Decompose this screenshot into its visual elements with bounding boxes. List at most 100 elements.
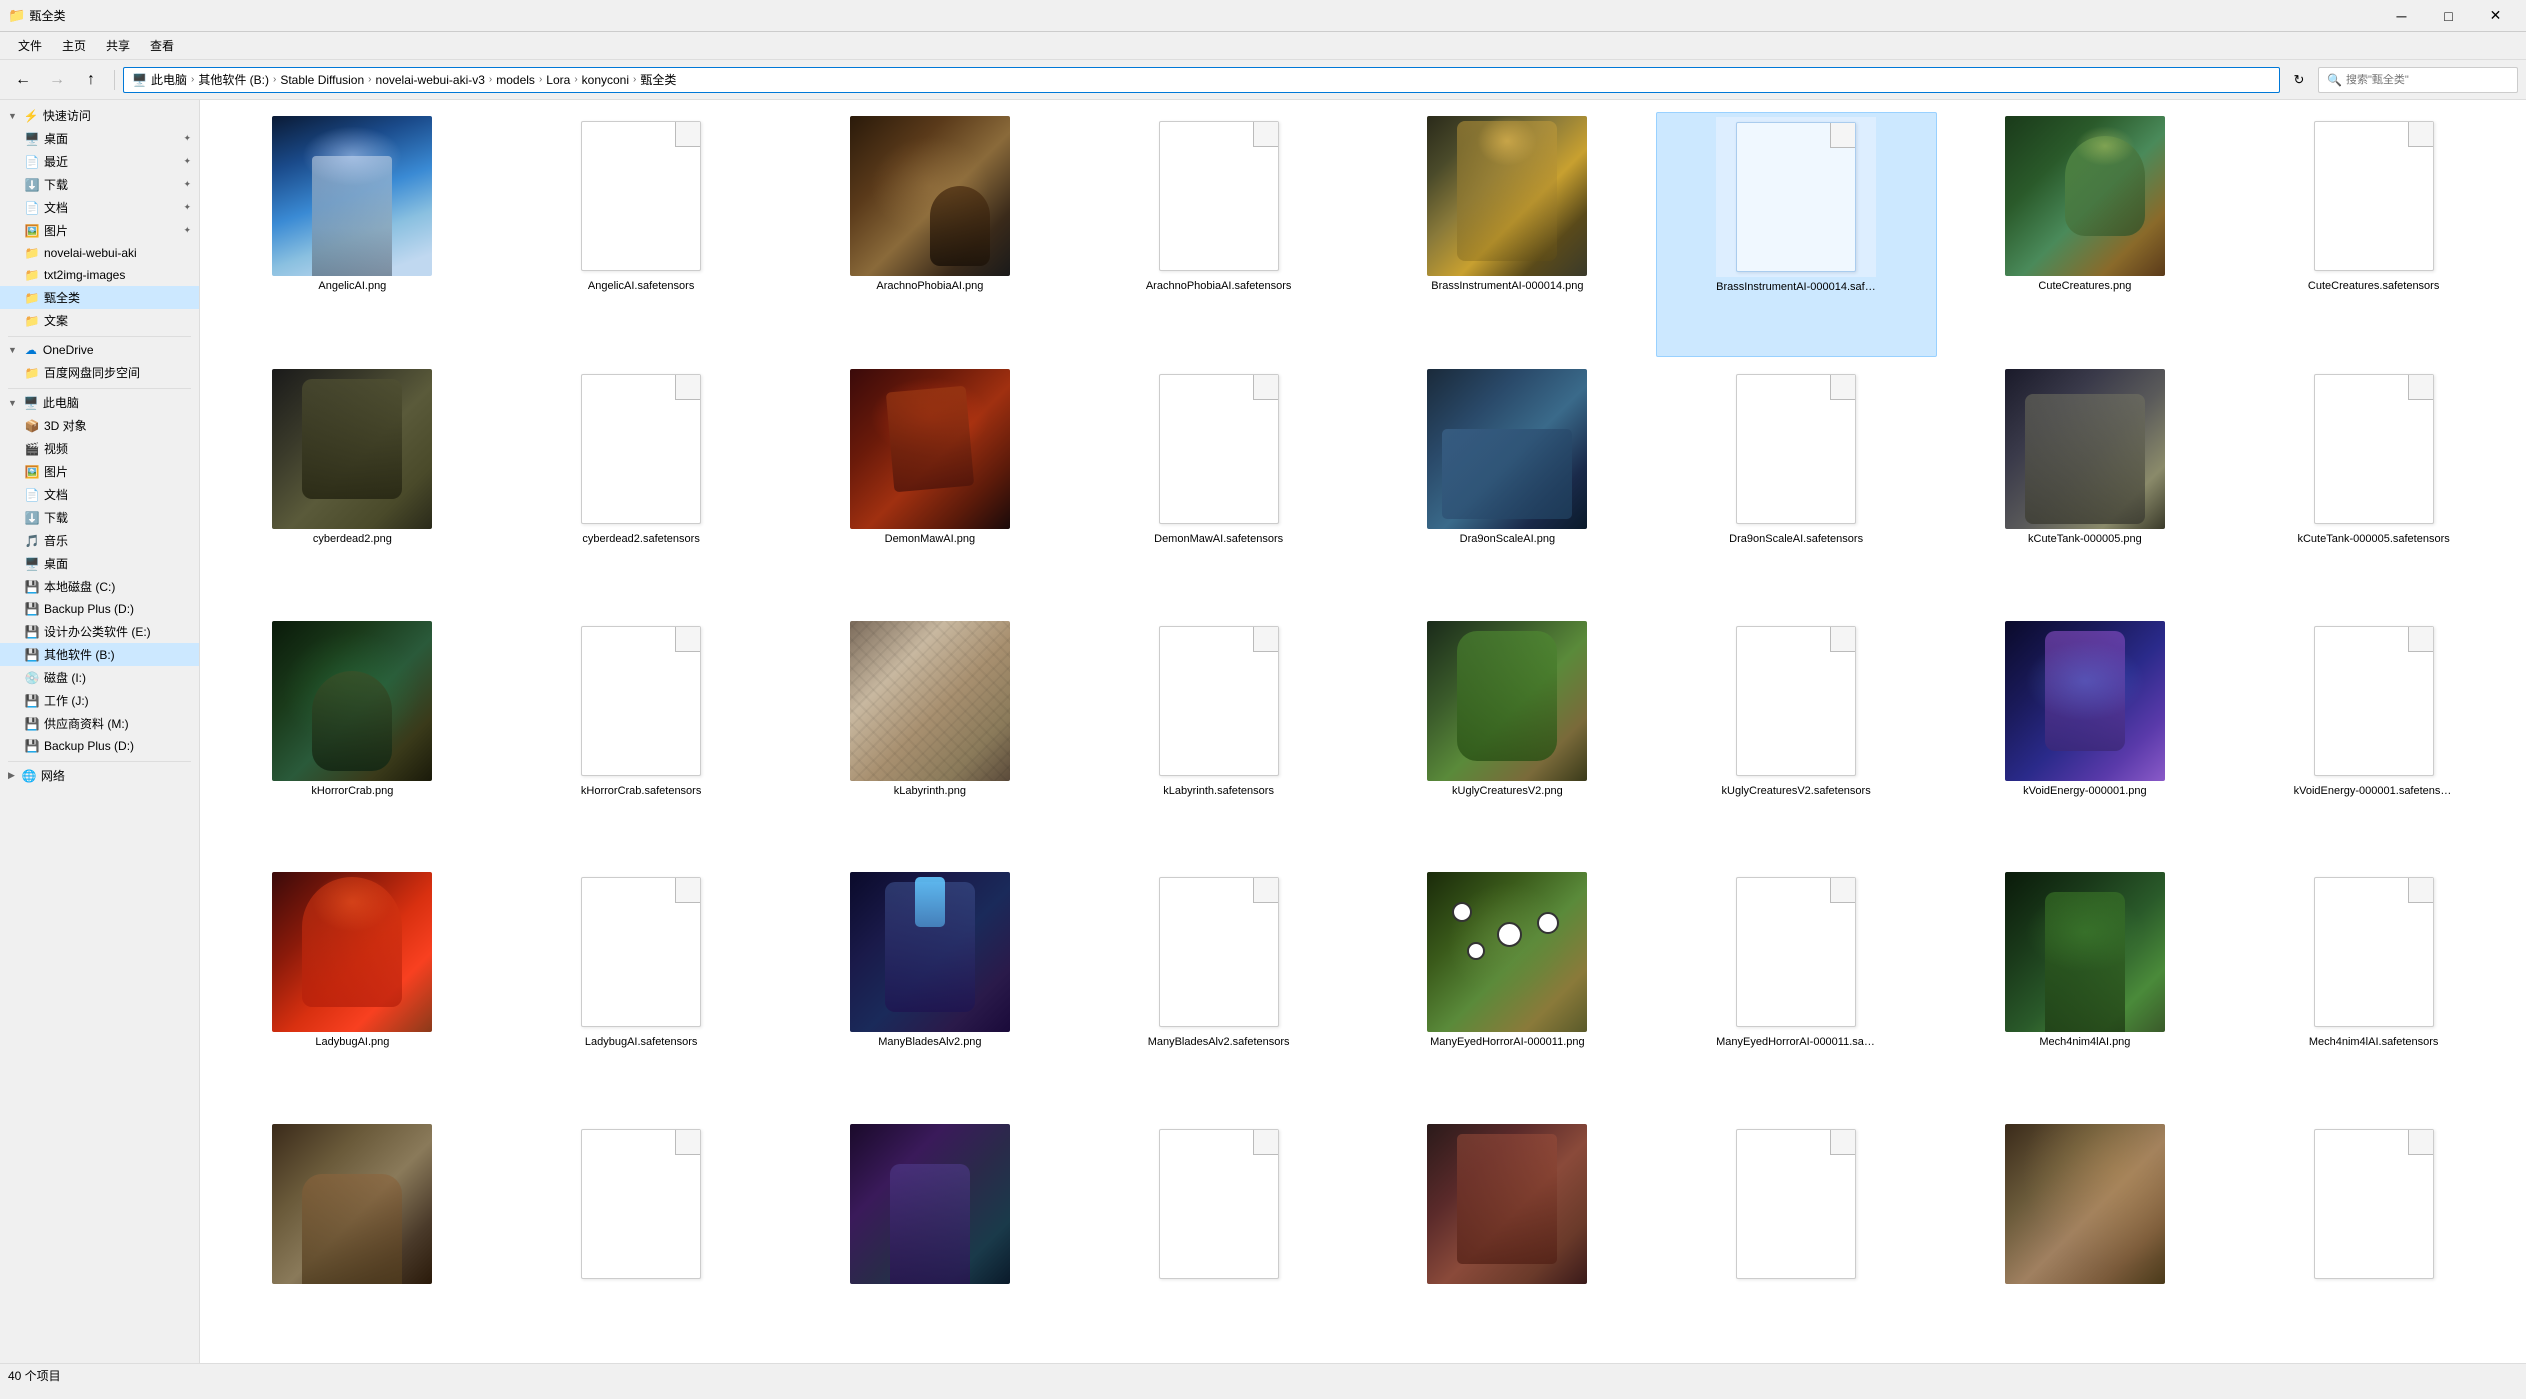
sidebar-documents[interactable]: 📄 文档 [0,483,199,506]
path-segment-konyconi[interactable]: konyconi [582,73,629,87]
sidebar-item-novelai[interactable]: 📁 novelai-webui-aki [0,242,199,264]
file-item[interactable] [1656,1120,1937,1351]
sidebar-item-zhengquanlei[interactable]: 📁 甄全类 [0,286,199,309]
sidebar-thispc-header[interactable]: ▼ 🖥️ 此电脑 [0,391,199,414]
file-item[interactable]: ManyBladesAlv2.safetensors [1078,868,1359,1111]
file-item[interactable]: LadybugAI.png [212,868,493,1111]
file-item[interactable]: ManyEyedHorrorAI-000011.safetensors [1656,868,1937,1111]
quick-access-label: 快速访问 [43,107,191,124]
sidebar-drive-m[interactable]: 💾 供应商资料 (M:) [0,712,199,735]
sidebar-item-wenan[interactable]: 📁 文案 [0,309,199,332]
sidebar-item-desktop[interactable]: 🖥️ 桌面 ✦ [0,127,199,150]
file-item[interactable]: Mech4nim4lAI.png [1945,868,2226,1111]
back-button[interactable]: ← [8,65,38,95]
up-button[interactable]: ↑ [76,65,106,95]
file-item[interactable] [2233,1120,2514,1351]
file-item[interactable]: DemonMawAI.safetensors [1078,365,1359,608]
sidebar-3d-objects[interactable]: 📦 3D 对象 [0,414,199,437]
search-box[interactable]: 🔍 [2318,67,2518,93]
file-item[interactable]: BrassInstrumentAI-000014.safetensors [1656,112,1937,357]
file-item[interactable]: kHorrorCrab.png [212,617,493,860]
file-item[interactable] [1078,1120,1359,1351]
path-segment-models[interactable]: models [496,73,535,87]
sidebar-item-recent[interactable]: 📄 最近 ✦ [0,150,199,173]
file-item[interactable]: cyberdead2.png [212,365,493,608]
file-item[interactable]: CuteCreatures.png [1945,112,2226,357]
file-name: ArachnoPhobiaAI.safetensors [1146,280,1292,292]
file-item[interactable]: ArachnoPhobiaAI.safetensors [1078,112,1359,357]
file-name: Dra9onScaleAI.png [1460,533,1555,545]
file-item[interactable]: kUglyCreaturesV2.png [1367,617,1648,860]
path-segment-b[interactable]: 其他软件 (B:) [198,71,269,88]
menu-home[interactable]: 主页 [52,33,96,58]
file-item[interactable]: ManyBladesAlv2.png [790,868,1071,1111]
file-thumbnail [850,116,1010,276]
file-item[interactable]: kVoidEnergy-000001.safetensors [2233,617,2514,860]
sidebar-network[interactable]: ▶ 🌐 网络 [0,764,199,787]
path-segment-thispc[interactable]: 此电脑 [151,71,187,88]
sidebar-backup-d[interactable]: 💾 Backup Plus (D:) [0,598,199,620]
file-item[interactable]: Dra9onScaleAI.safetensors [1656,365,1937,608]
file-item[interactable]: LadybugAI.safetensors [501,868,782,1111]
file-item[interactable]: CuteCreatures.safetensors [2233,112,2514,357]
file-item[interactable] [790,1120,1071,1351]
path-segment-sd[interactable]: Stable Diffusion [280,73,364,87]
file-item[interactable] [501,1120,782,1351]
path-segment-current[interactable]: 甄全类 [640,71,676,88]
path-segment-lora[interactable]: Lora [546,73,570,87]
file-item[interactable] [1367,1120,1648,1351]
blank-doc [581,374,701,524]
sidebar-baidu-sync[interactable]: 📁 百度网盘同步空间 [0,361,199,384]
menu-view[interactable]: 查看 [140,33,184,58]
sidebar-music[interactable]: 🎵 音乐 [0,529,199,552]
file-item[interactable] [212,1120,493,1351]
address-path[interactable]: 🖥️ 此电脑 › 其他软件 (B:) › Stable Diffusion › … [123,67,2280,93]
sidebar-item-docs[interactable]: 📄 文档 ✦ [0,196,199,219]
blank-doc [1736,374,1856,524]
sidebar-backup-d2[interactable]: 💾 Backup Plus (D:) [0,735,199,757]
sidebar-drive-c[interactable]: 💾 本地磁盘 (C:) [0,575,199,598]
sidebar-drive-b[interactable]: 💾 其他软件 (B:) [0,643,199,666]
search-input[interactable] [2346,74,2486,86]
sidebar-onedrive[interactable]: ▼ ☁ OneDrive [0,339,199,361]
file-item[interactable]: BrassInstrumentAI-000014.png [1367,112,1648,357]
sidebar-item-txt2img[interactable]: 📁 txt2img-images [0,264,199,286]
file-item[interactable]: kCuteTank-000005.png [1945,365,2226,608]
menu-share[interactable]: 共享 [96,33,140,58]
file-item[interactable]: kUglyCreaturesV2.safetensors [1656,617,1937,860]
file-item[interactable]: kLabyrinth.png [790,617,1071,860]
file-item[interactable]: ManyEyedHorrorAI-000011.png [1367,868,1648,1111]
sidebar-quick-access-header[interactable]: ▼ ⚡ 快速访问 [0,104,199,127]
sidebar-item-pics[interactable]: 🖼️ 图片 ✦ [0,219,199,242]
file-item[interactable]: kHorrorCrab.safetensors [501,617,782,860]
sidebar-downloads[interactable]: ⬇️ 下载 [0,506,199,529]
file-item[interactable]: kVoidEnergy-000001.png [1945,617,2226,860]
path-segment-novelai[interactable]: novelai-webui-aki-v3 [376,73,485,87]
file-item[interactable]: DemonMawAI.png [790,365,1071,608]
sidebar-item-download[interactable]: ⬇️ 下载 ✦ [0,173,199,196]
title-bar-controls: ─ □ ✕ [2379,0,2518,32]
file-item[interactable] [1945,1120,2226,1351]
file-name: ArachnoPhobiaAI.png [876,280,983,292]
sidebar-pictures[interactable]: 🖼️ 图片 [0,460,199,483]
file-item[interactable]: AngelicAI.png [212,112,493,357]
close-button[interactable]: ✕ [2473,0,2518,32]
sidebar-drive-j[interactable]: 💾 工作 (J:) [0,689,199,712]
file-item[interactable]: cyberdead2.safetensors [501,365,782,608]
menu-file[interactable]: 文件 [8,33,52,58]
sidebar-drive-e[interactable]: 💾 设计办公类软件 (E:) [0,620,199,643]
file-item[interactable]: kLabyrinth.safetensors [1078,617,1359,860]
file-item[interactable]: Mech4nim4lAI.safetensors [2233,868,2514,1111]
sidebar-drive-i[interactable]: 💿 磁盘 (I:) [0,666,199,689]
forward-button[interactable]: → [42,65,72,95]
sidebar-desktop[interactable]: 🖥️ 桌面 [0,552,199,575]
file-item[interactable]: kCuteTank-000005.safetensors [2233,365,2514,608]
drive-d-icon: 💾 [24,601,40,617]
minimize-button[interactable]: ─ [2379,0,2424,32]
maximize-button[interactable]: □ [2426,0,2471,32]
file-item[interactable]: Dra9onScaleAI.png [1367,365,1648,608]
sidebar-video[interactable]: 🎬 视频 [0,437,199,460]
file-item[interactable]: ArachnoPhobiaAI.png [790,112,1071,357]
file-item[interactable]: AngelicAI.safetensors [501,112,782,357]
refresh-button[interactable]: ↻ [2284,65,2314,95]
